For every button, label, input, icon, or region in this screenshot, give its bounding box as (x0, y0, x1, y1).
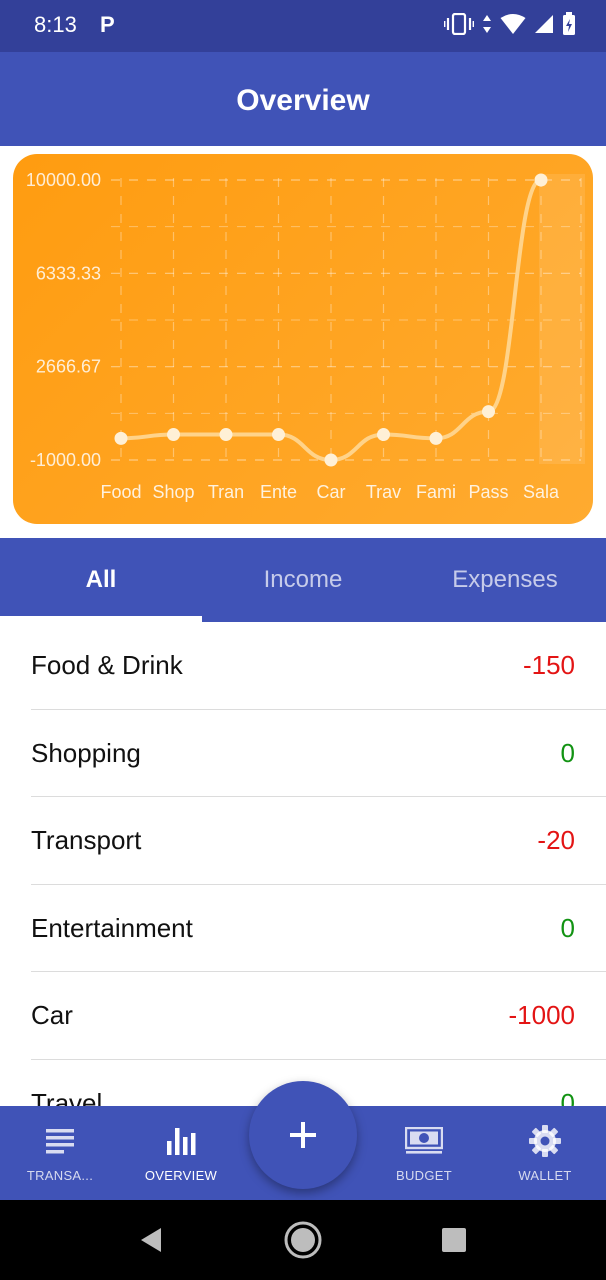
add-transaction-button[interactable] (249, 1081, 357, 1189)
cell-signal-icon (535, 15, 553, 33)
category-amount: -1000 (508, 1000, 576, 1030)
x-tick-label: Food (100, 482, 141, 502)
app-bar: Overview (0, 52, 606, 146)
list-item[interactable]: Food & Drink -150 (0, 622, 606, 710)
category-label: Transport (31, 825, 142, 855)
list-lines-icon (45, 1124, 75, 1158)
category-label: Shopping (31, 737, 141, 768)
wifi-icon (500, 14, 526, 34)
battery-icon (563, 12, 575, 35)
category-amount: -150 (522, 650, 575, 680)
x-tick-label: Trav (366, 482, 401, 502)
gear-icon (528, 1124, 562, 1158)
tab-all[interactable]: All (0, 538, 202, 622)
vibrate-icon (444, 13, 474, 35)
money-icon (405, 1124, 443, 1158)
category-label: Travel (31, 1087, 103, 1107)
x-tick-label: Sala (523, 482, 560, 502)
app-notification-icon: P (100, 12, 115, 37)
tab-bar: All Income Expenses (0, 538, 606, 622)
x-tick-label: Ente (260, 482, 297, 502)
status-icons (444, 12, 576, 36)
bar-chart-icon (166, 1124, 196, 1158)
data-point-tran (219, 428, 233, 442)
list-item[interactable]: Transport -20 (0, 797, 606, 885)
data-arrows-icon (483, 15, 491, 33)
data-point-ente (272, 428, 285, 442)
category-amount: 0 (560, 1087, 575, 1107)
status-time: 8:13 (34, 12, 77, 37)
nav-budget[interactable]: BUDGET (364, 1106, 484, 1200)
category-amount: -20 (537, 825, 575, 855)
list-item[interactable]: Car -1000 (0, 972, 606, 1060)
list-item[interactable]: Entertainment 0 (0, 885, 606, 972)
category-amount: 0 (560, 912, 575, 943)
category-label: Food & Drink (31, 650, 183, 680)
page-title: Overview (236, 84, 370, 117)
line-chart: 10000.00 6333.33 2666.67 -1000.00 Food Shop Tr… (26, 170, 585, 502)
nav-overview[interactable]: OVERVIEW (121, 1106, 241, 1200)
home-circle-icon (284, 1221, 322, 1259)
x-tick-label: Fami (416, 482, 456, 502)
y-tick-label: 10000.00 (26, 170, 101, 190)
category-list: Food & Drink -150 Shopping 0 Transport -… (0, 622, 606, 1106)
nav-wallet[interactable]: WALLET (485, 1106, 605, 1200)
tab-income[interactable]: Income (202, 538, 404, 622)
nav-transactions[interactable]: TRANSA... (0, 1106, 120, 1200)
data-point-pass (482, 405, 495, 419)
y-tick-label: -1000.00 (30, 450, 101, 470)
system-nav-bar (0, 1200, 606, 1280)
chart-card: 10000.00 6333.33 2666.67 -1000.00 Food Shop Tr… (13, 154, 593, 524)
nav-label: TRANSA... (26, 1168, 94, 1183)
y-tick-label: 6333.33 (36, 263, 101, 283)
x-tick-label: Shop (152, 482, 194, 502)
recents-square-icon (442, 1228, 466, 1252)
category-label: Entertainment (31, 912, 193, 943)
home-button[interactable] (283, 1220, 323, 1260)
x-tick-label: Car (316, 482, 345, 502)
back-button[interactable] (130, 1220, 170, 1260)
nav-label: WALLET (518, 1168, 572, 1183)
status-bar: 8:13 P (0, 0, 606, 52)
data-point-shop (167, 428, 180, 442)
category-amount: 0 (560, 737, 575, 768)
y-tick-label: 2666.67 (36, 357, 101, 377)
nav-label: BUDGET (396, 1168, 452, 1183)
list-item[interactable]: Shopping 0 (0, 710, 606, 797)
nav-label: OVERVIEW (144, 1168, 218, 1183)
recents-button[interactable] (434, 1220, 474, 1260)
tab-expenses[interactable]: Expenses (404, 538, 606, 622)
highlight-band (539, 174, 585, 464)
x-tick-label: Tran (208, 482, 244, 502)
category-label: Car (31, 1000, 73, 1030)
x-tick-label: Pass (468, 482, 508, 502)
back-triangle-icon (141, 1228, 161, 1252)
data-point-trav (377, 428, 390, 442)
plus-icon (290, 1122, 316, 1148)
data-point-food (114, 431, 128, 445)
data-point-fami (429, 431, 443, 445)
data-point-sala (534, 173, 548, 187)
data-point-car (324, 453, 338, 467)
